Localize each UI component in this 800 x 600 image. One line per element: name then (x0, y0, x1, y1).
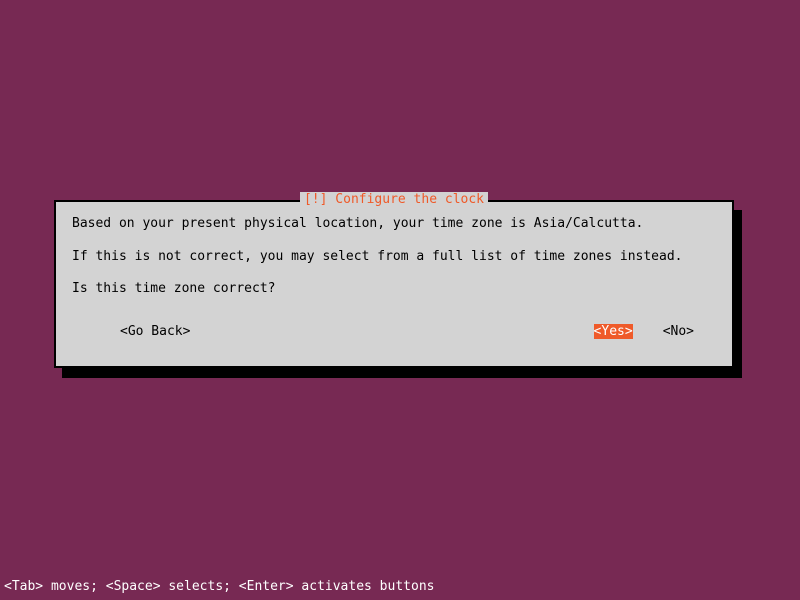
dialog-content: Based on your present physical location,… (56, 202, 732, 324)
dialog-text-line1: Based on your present physical location,… (72, 214, 716, 234)
configure-clock-dialog: [!] Configure the clock Based on your pr… (54, 200, 734, 368)
no-button[interactable]: <No> (663, 324, 694, 339)
dialog-title: [!] Configure the clock (300, 192, 488, 207)
dialog-title-wrap: [!] Configure the clock (56, 192, 732, 207)
dialog-text-line3: Is this time zone correct? (72, 279, 716, 299)
yes-button[interactable]: <Yes> (594, 324, 633, 339)
button-row: <Go Back> <Yes> <No> (56, 324, 732, 339)
status-bar: <Tab> moves; <Space> selects; <Enter> ac… (4, 579, 434, 594)
dialog-text-line2: If this is not correct, you may select f… (72, 247, 716, 267)
go-back-button[interactable]: <Go Back> (120, 324, 190, 339)
